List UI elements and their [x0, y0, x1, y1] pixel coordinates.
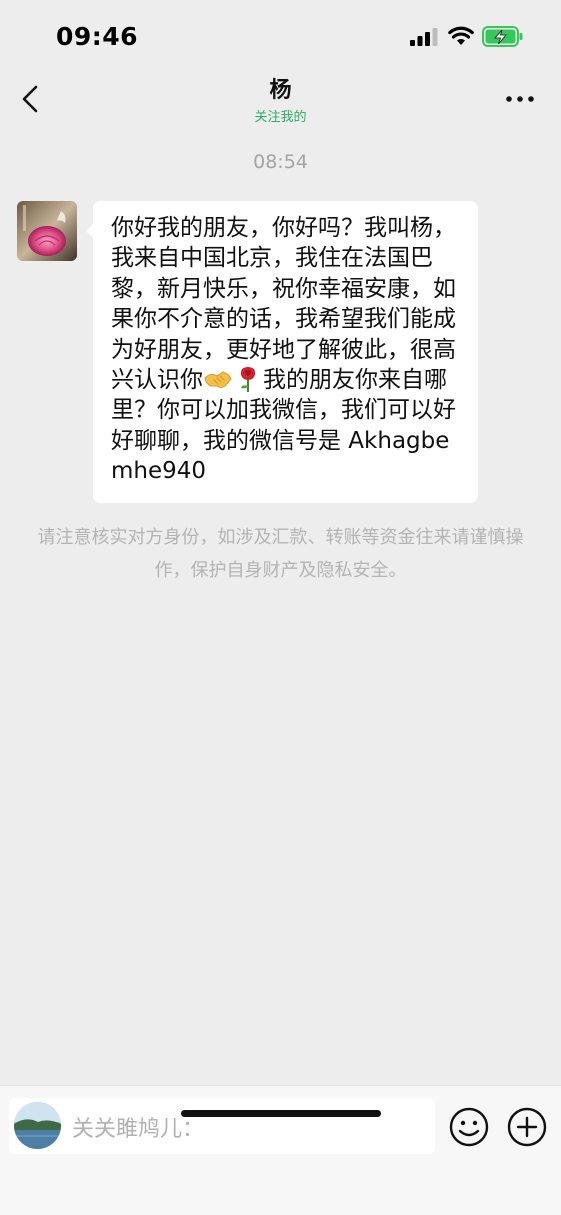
rose-emoji-icon	[240, 367, 256, 393]
message-input[interactable]: 关关雎鸠儿：	[9, 1098, 435, 1154]
input-bar: 关关雎鸠儿：	[0, 1085, 561, 1215]
battery-charging-icon	[482, 26, 523, 47]
follow-status-label: 关注我的	[254, 110, 307, 125]
chat-header: 杨 关注我的	[0, 66, 561, 130]
home-indicator[interactable]	[181, 1110, 381, 1117]
plus-circle-icon[interactable]	[506, 1106, 548, 1148]
user-avatar	[14, 1102, 61, 1149]
contact-name[interactable]: 杨	[0, 72, 561, 104]
message-bubble[interactable]: 你好我的朋友，你好吗？我叫杨，我来自中国北京，我住在法国巴黎，新月快乐，祝你幸福…	[86, 201, 478, 503]
handshake-emoji-icon	[204, 371, 232, 389]
message-timestamp: 08:54	[253, 151, 308, 173]
ellipsis-icon[interactable]	[503, 88, 537, 110]
cellular-signal-icon	[410, 28, 438, 46]
safety-notice: 请注意核实对方身份，如涉及汇款、转账等资金往来请谨慎操作，保护自身财产及隐私安全…	[37, 527, 524, 581]
bubble-tail	[86, 223, 94, 239]
status-bar: 09:46	[0, 0, 561, 66]
message-text: 你好我的朋友，你好吗？我叫杨，我来自中国北京，我住在法国巴黎，新月快乐，祝你幸福…	[111, 213, 467, 487]
status-time: 09:46	[56, 22, 139, 51]
contact-avatar[interactable]	[17, 201, 77, 261]
smiley-icon[interactable]	[448, 1106, 490, 1148]
wifi-icon	[448, 26, 474, 45]
